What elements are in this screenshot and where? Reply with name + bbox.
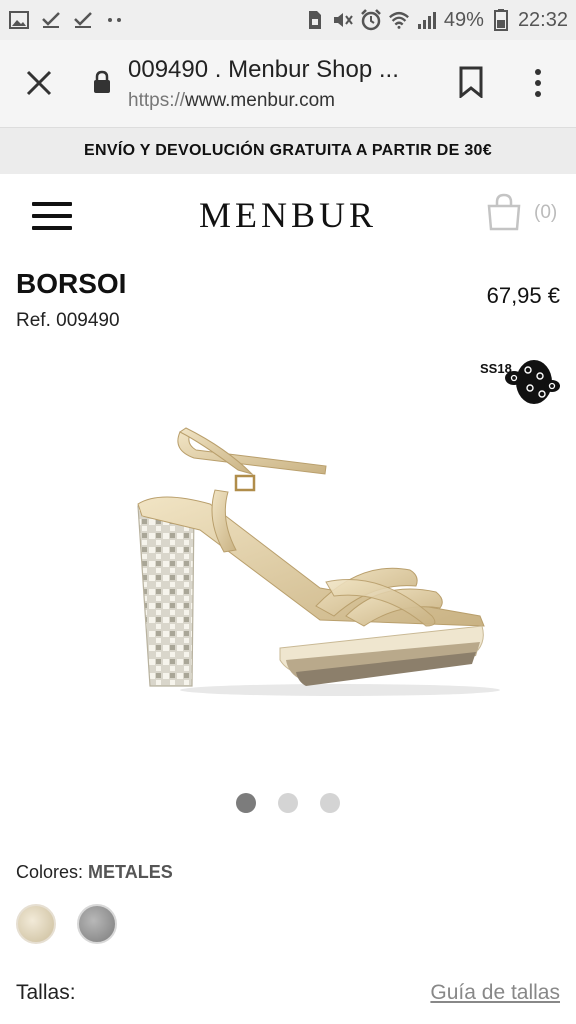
mute-icon: [332, 9, 354, 31]
product-price: 67,95 €: [486, 283, 560, 308]
lock-icon: [92, 70, 112, 94]
check-icon: [72, 9, 94, 31]
battery-icon: [490, 9, 512, 31]
alarm-icon: [360, 9, 382, 31]
color-swatch-silver[interactable]: [77, 904, 117, 944]
carousel-dot[interactable]: [278, 793, 298, 813]
overflow-menu-icon[interactable]: [530, 66, 546, 100]
promo-banner: ENVÍO Y DEVOLUCIÓN GRATUITA A PARTIR DE …: [0, 128, 576, 174]
url-text[interactable]: https://www.menbur.com: [128, 90, 335, 112]
status-bar: 49% 22:32: [0, 0, 576, 40]
product-ref: Ref. 009490: [16, 310, 120, 331]
selected-color: METALES: [88, 862, 173, 882]
image-carousel-dots: [0, 793, 576, 813]
browser-toolbar: 009490 . Menbur Shop ... https://www.men…: [0, 40, 576, 128]
more-dots-icon: [104, 9, 126, 31]
color-swatch-gold[interactable]: [16, 904, 56, 944]
product-name: BORSOI: [16, 268, 127, 299]
site-header: MENBUR (0): [0, 174, 576, 258]
check-icon: [40, 9, 62, 31]
bookmark-icon[interactable]: [458, 66, 484, 100]
product-image[interactable]: [120, 420, 500, 710]
carousel-dot[interactable]: [236, 793, 256, 813]
close-icon[interactable]: [22, 66, 56, 100]
url-protocol: https://: [128, 90, 186, 111]
image-icon: [8, 9, 30, 31]
url-host: www.menbur.com: [185, 90, 335, 111]
shopping-bag-icon[interactable]: [484, 192, 524, 232]
wifi-icon: [388, 9, 410, 31]
sim-icon: [304, 9, 326, 31]
sizes-label: Tallas:: [16, 981, 76, 1004]
cactus-icon: [505, 360, 560, 404]
cart-count[interactable]: (0): [534, 202, 557, 224]
battery-percent: 49%: [443, 8, 484, 31]
season-badge: SS18: [478, 352, 560, 410]
colors-label-text: Colores:: [16, 862, 84, 882]
size-guide-link[interactable]: Guía de tallas: [430, 981, 560, 1005]
clock-time: 22:32: [517, 8, 568, 31]
colors-label: Colores: METALES: [16, 862, 173, 883]
carousel-dot[interactable]: [320, 793, 340, 813]
page-title[interactable]: 009490 . Menbur Shop ...: [128, 56, 399, 84]
signal-icon: [416, 9, 438, 31]
